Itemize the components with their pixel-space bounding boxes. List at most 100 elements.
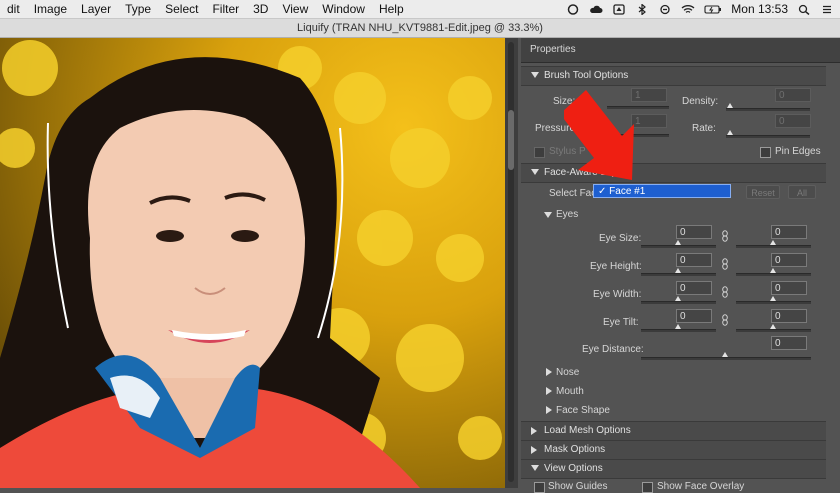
rate-label: Rate: [692,123,716,134]
drive-icon[interactable] [612,3,626,15]
eyes-label[interactable]: Eyes [556,209,578,220]
wifi-icon[interactable] [681,4,695,15]
eye-height-right-thumb[interactable] [770,268,776,273]
select-face-dropdown[interactable]: ✓ Face #1 [593,184,731,198]
eye-tilt-right-thumb[interactable] [770,324,776,329]
menu-select[interactable]: Select [158,2,205,16]
scrollbar-track[interactable] [508,42,514,482]
link-icon[interactable] [722,314,728,326]
nose-label[interactable]: Nose [556,367,579,378]
eyes-disclosure-icon[interactable] [544,212,552,218]
eye-width-right-thumb[interactable] [770,296,776,301]
mask-options-header[interactable]: Mask Options [521,440,826,460]
load-mesh-options-header[interactable]: Load Mesh Options [521,421,826,441]
eye-height-right-input[interactable]: 0 [771,253,807,267]
eye-size-right-thumb[interactable] [770,240,776,245]
eye-height-left-slider[interactable] [641,273,716,276]
menu-window[interactable]: Window [315,2,372,16]
density-label: Density: [682,96,719,107]
disclosure-open-icon [531,72,539,78]
all-button[interactable]: All [788,185,816,199]
section-label: View Options [544,463,603,474]
search-icon[interactable] [797,4,811,15]
brush-tool-options-header[interactable]: Brush Tool Options [521,66,826,86]
cloud-icon[interactable] [589,4,603,15]
eye-width-left-thumb[interactable] [675,296,681,301]
menu-view[interactable]: View [275,2,315,16]
eye-tilt-left-input[interactable]: 0 [676,309,712,323]
eye-width-right-slider[interactable] [736,301,811,304]
eye-height-label: Eye Height: [590,261,642,272]
notification-center-icon[interactable] [820,4,834,15]
eye-distance-thumb[interactable] [722,352,728,357]
eye-distance-input[interactable]: 0 [771,336,807,350]
section-label: Mask Options [544,444,606,455]
face-shape-label[interactable]: Face Shape [556,405,610,416]
red-arrow-annotation [564,90,634,180]
pin-edges-label: Pin Edges [775,146,821,157]
nose-disclosure-icon[interactable] [546,368,552,376]
eye-tilt-left-slider[interactable] [641,329,716,332]
mouth-disclosure-icon[interactable] [546,387,552,395]
creative-cloud-icon[interactable] [566,3,580,15]
pin-edges-checkbox[interactable] [760,147,771,158]
eye-size-left-thumb[interactable] [675,240,681,245]
rate-slider[interactable] [726,135,810,138]
panel-title: Properties [530,44,576,55]
menu-help[interactable]: Help [372,2,411,16]
reset-button[interactable]: Reset [746,185,780,199]
link-icon[interactable] [722,258,728,270]
eye-distance-label: Eye Distance: [582,344,644,355]
sync-icon[interactable] [658,4,672,15]
link-icon[interactable] [722,230,728,242]
eye-height-left-thumb[interactable] [675,268,681,273]
scrollbar-thumb[interactable] [508,110,514,170]
rate-slider-thumb[interactable] [727,130,733,135]
battery-icon[interactable] [704,4,722,15]
rate-input[interactable]: 0 [775,114,811,128]
density-slider-thumb[interactable] [727,103,733,108]
eye-size-left-input[interactable]: 0 [676,225,712,239]
menubar: dit Image Layer Type Select Filter 3D Vi… [0,0,840,19]
eye-size-label: Eye Size: [599,233,642,244]
eye-size-right-slider[interactable] [736,245,811,248]
menubar-clock[interactable]: Mon 13:53 [731,2,788,16]
show-face-overlay-label: Show Face Overlay [657,481,745,492]
face-shape-disclosure-icon[interactable] [546,406,552,414]
eye-width-left-slider[interactable] [641,301,716,304]
density-slider[interactable] [726,108,810,111]
eye-tilt-left-thumb[interactable] [675,324,681,329]
eye-distance-slider[interactable] [641,357,811,360]
disclosure-closed-icon [531,427,537,435]
eye-width-right-input[interactable]: 0 [771,281,807,295]
disclosure-open-icon [531,169,539,175]
link-icon[interactable] [722,286,728,298]
menu-image[interactable]: Image [27,2,74,16]
status-area: Mon 13:53 [566,0,834,18]
eye-tilt-right-slider[interactable] [736,329,811,332]
section-label: Brush Tool Options [544,70,629,81]
menu-type[interactable]: Type [118,2,158,16]
menu-edit[interactable]: dit [0,2,27,16]
menu-filter[interactable]: Filter [205,2,246,16]
eye-width-left-input[interactable]: 0 [676,281,712,295]
view-options-header[interactable]: View Options [521,459,826,479]
eye-size-left-slider[interactable] [641,245,716,248]
show-guides-label: Show Guides [548,481,608,492]
panel-header: Properties [521,38,840,63]
eye-tilt-right-input[interactable]: 0 [771,309,807,323]
stylus-pressure-checkbox[interactable] [534,147,545,158]
section-label: Load Mesh Options [544,425,631,436]
mouth-label[interactable]: Mouth [556,386,584,397]
portrait-image [0,40,502,488]
eye-height-left-input[interactable]: 0 [676,253,712,267]
density-input[interactable]: 0 [775,88,811,102]
eye-height-right-slider[interactable] [736,273,811,276]
image-canvas[interactable] [0,38,505,488]
eye-size-right-input[interactable]: 0 [771,225,807,239]
disclosure-open-icon [531,465,539,471]
eye-width-label: Eye Width: [593,289,642,300]
menu-layer[interactable]: Layer [74,2,118,16]
bluetooth-icon[interactable] [635,3,649,15]
menu-3d[interactable]: 3D [246,2,275,16]
